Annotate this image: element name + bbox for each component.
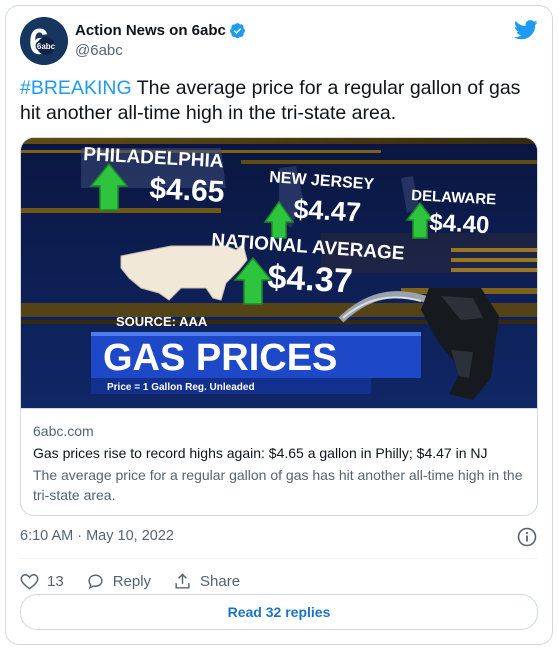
delaware-price: $4.40 (429, 209, 490, 239)
source-label: SOURCE: AAA (116, 314, 208, 329)
verified-badge-icon (229, 23, 245, 39)
share-button[interactable]: Share (173, 572, 240, 591)
action-bar: 13 Reply Share (20, 569, 262, 593)
read-replies-button[interactable]: Read 32 replies (20, 594, 538, 630)
6abc-logo-icon: 6 6abc (20, 17, 68, 65)
hashtag-link[interactable]: #BREAKING (20, 77, 132, 99)
heart-icon (20, 573, 39, 589)
card-description: The average price for a regular gallon o… (33, 467, 523, 503)
card-image[interactable]: PHILADELPHIA $4.65 NEW JERSEY $4.47 DELA… (21, 138, 537, 408)
card-body[interactable]: 6abc.com Gas prices rise to record highs… (21, 408, 537, 515)
author-avatar[interactable]: 6 6abc (20, 17, 68, 65)
author-name[interactable]: Action News on 6abc (75, 22, 246, 39)
like-count: 13 (47, 572, 64, 590)
svg-text:6abc: 6abc (37, 42, 56, 51)
share-label: Share (200, 572, 241, 590)
author-name-text[interactable]: Action News on 6abc (75, 22, 226, 39)
footnote-text: Price = 1 Gallon Reg. Unleaded (107, 382, 255, 393)
philadelphia-price: $4.65 (149, 172, 226, 209)
national-average-price: $4.37 (267, 258, 354, 300)
divider (20, 558, 538, 559)
author-handle[interactable]: @6abc (75, 42, 123, 59)
tweet-timestamp[interactable]: 6:10 AM · May 10, 2022 (20, 528, 174, 544)
twitter-bird-icon[interactable] (514, 20, 538, 45)
tweet-text: #BREAKING The average price for a regula… (20, 76, 540, 126)
like-button[interactable]: 13 (20, 572, 64, 591)
headline-text: GAS PRICES (103, 337, 337, 379)
reply-icon (88, 573, 103, 589)
share-icon (175, 572, 190, 589)
reply-label: Reply (112, 572, 152, 590)
link-card[interactable]: PHILADELPHIA $4.65 NEW JERSEY $4.47 DELA… (20, 137, 538, 516)
info-icon[interactable] (517, 527, 537, 552)
reply-button[interactable]: Reply (86, 572, 151, 591)
tweet-card: 6 6abc Action News on 6abc @6abc #BREAKI… (5, 5, 553, 645)
card-domain: 6abc.com (33, 423, 94, 439)
card-title[interactable]: Gas prices rise to record highs again: $… (33, 444, 528, 462)
gas-prices-graphic: PHILADELPHIA $4.65 NEW JERSEY $4.47 DELA… (21, 138, 537, 408)
new-jersey-price: $4.47 (293, 194, 362, 227)
